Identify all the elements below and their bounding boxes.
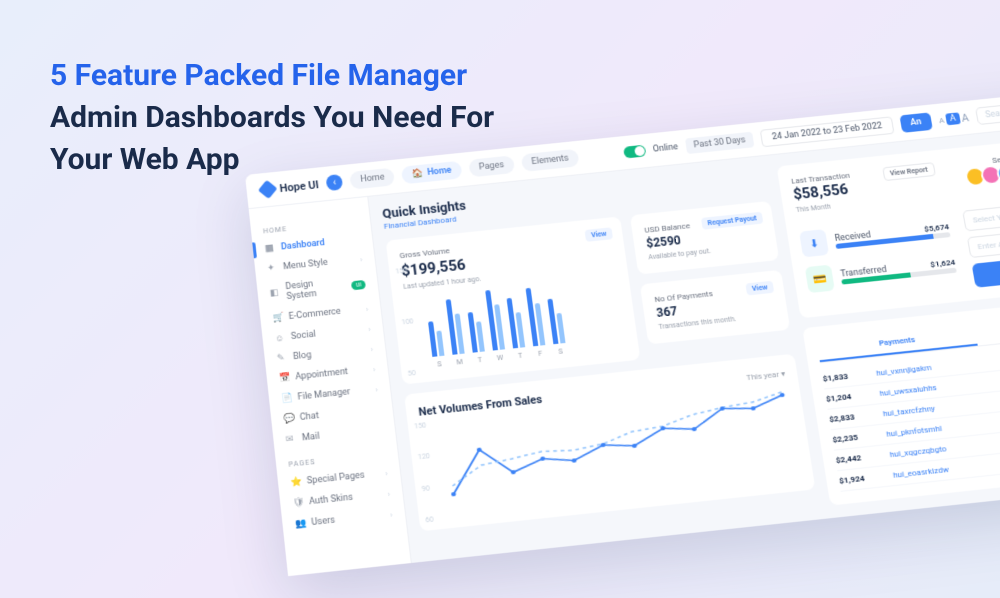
hero-title: 5 Feature Packed File Manager Admin Dash… [50, 55, 494, 181]
chevron-down-icon: › [370, 344, 373, 353]
hero-line2: Admin Dashboards You Need For [50, 100, 494, 135]
net-volumes-card: Net Volumes From Sales This year ▾ 15012… [404, 354, 815, 532]
download-icon: ⬇ [799, 229, 829, 257]
view-report-button[interactable]: View Report [882, 162, 936, 181]
wallet-icon: 💳 [805, 265, 835, 294]
cart-icon: 🛒 [272, 313, 283, 324]
payments-count-card: View No Of Payments 367 Transactions thi… [640, 270, 790, 345]
tab-settlements[interactable]: Settlements [974, 306, 1000, 346]
send-money-card: Last Transaction $58,556 This Month View… [777, 132, 1000, 318]
users-icon: 👥 [294, 518, 305, 529]
chevron-down-icon: › [390, 510, 394, 520]
menu-icon: ✦ [267, 263, 278, 274]
hero-line1: 5 Feature Packed File Manager [50, 58, 467, 93]
date-range[interactable]: 24 Jan 2022 to 23 Feb 2022 [760, 116, 894, 147]
blog-icon: ✎ [276, 353, 287, 364]
nav-elements[interactable]: Elements [521, 149, 580, 172]
search-input[interactable]: Search... [975, 100, 1000, 125]
chevron-down-icon: › [372, 364, 376, 373]
chevron-down-icon: › [385, 468, 389, 478]
chevron-down-icon: › [387, 489, 391, 499]
dashboard-icon: ▦ [265, 243, 276, 254]
logo-mark-icon [258, 180, 278, 199]
chevron-down-icon: › [368, 324, 371, 333]
social-icon: ☺ [274, 333, 285, 344]
received-row: ⬇ Received$5,674 [799, 216, 951, 257]
design-icon: ◧ [269, 288, 280, 299]
calendar-icon: 📅 [279, 373, 290, 384]
analytics-button[interactable]: An [899, 112, 932, 132]
online-label: Online [652, 142, 678, 154]
chevron-down-icon: › [360, 255, 363, 264]
chat-icon: 💬 [283, 414, 294, 425]
usd-balance-card: Request Payout USD Balance $2590 Availab… [630, 201, 779, 275]
special-icon: ⭐ [290, 477, 301, 488]
font-size-picker[interactable]: A A A [938, 111, 970, 127]
file-icon: 📄 [281, 393, 292, 404]
hero-line3: Your Web App [50, 142, 240, 177]
timeframe-selector[interactable]: This year ▾ [746, 369, 786, 382]
chevron-down-icon: › [365, 304, 368, 313]
mail-icon: ✉ [285, 434, 296, 445]
shield-icon: 🛡 [292, 498, 303, 509]
gross-volume-card: View Gross Volume $199,556 Last updated … [386, 216, 641, 384]
range-selector[interactable]: Past 30 Days [685, 132, 755, 154]
chevron-down-icon: › [375, 385, 379, 394]
account-select[interactable]: Select Your Account [962, 195, 1000, 231]
payments-table-card: Payments Settlements $1,833hui_vxnnjigak… [802, 293, 1000, 506]
online-toggle[interactable] [623, 145, 646, 159]
transferred-row: 💳 Transferred$1,624 [805, 252, 958, 293]
